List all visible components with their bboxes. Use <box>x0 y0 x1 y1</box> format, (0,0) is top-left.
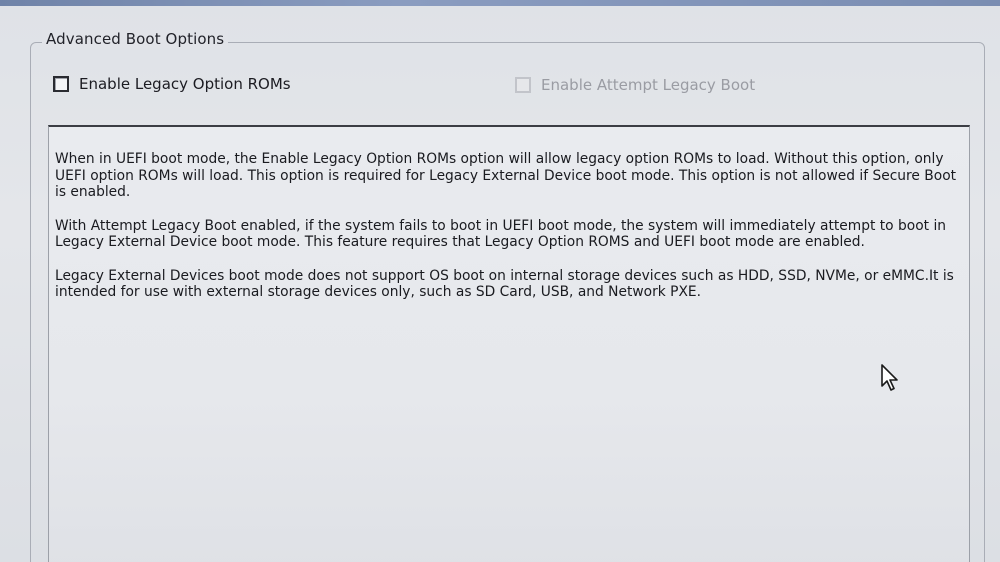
description-text: When in UEFI boot mode, the Enable Legac… <box>55 151 960 318</box>
description-paragraph-attempt-legacy: With Attempt Legacy Boot enabled, if the… <box>55 217 947 251</box>
description-paragraph-external-devices: Legacy External Devices boot mode does n… <box>55 267 954 301</box>
enable-legacy-option-roms-label[interactable]: Enable Legacy Option ROMs <box>79 75 291 93</box>
enable-attempt-legacy-boot-label: Enable Attempt Legacy Boot <box>541 76 756 94</box>
enable-legacy-option-roms-option[interactable]: Enable Legacy Option ROMs <box>53 75 291 93</box>
enable-legacy-option-roms-checkbox[interactable] <box>53 76 69 92</box>
description-panel: When in UEFI boot mode, the Enable Legac… <box>48 125 970 562</box>
enable-attempt-legacy-boot-checkbox <box>515 77 531 93</box>
description-paragraph-uefi: When in UEFI boot mode, the Enable Legac… <box>55 151 957 200</box>
mouse-pointer-icon <box>881 364 898 391</box>
enable-attempt-legacy-boot-option: Enable Attempt Legacy Boot <box>515 76 755 94</box>
group-title: Advanced Boot Options <box>42 30 229 48</box>
window-top-strip <box>0 0 1000 6</box>
